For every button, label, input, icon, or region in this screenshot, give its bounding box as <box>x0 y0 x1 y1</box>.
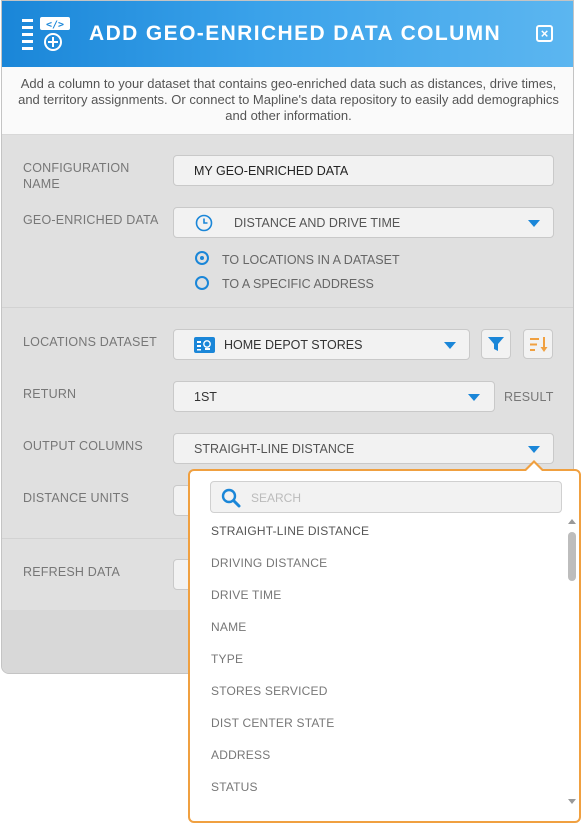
return-suffix: RESULT <box>504 390 554 404</box>
close-icon[interactable]: × <box>536 25 553 42</box>
scroll-up-arrow-icon[interactable] <box>568 519 576 524</box>
intro-text: Add a column to your dataset that contai… <box>2 67 573 135</box>
dropdown-pointer-inner <box>526 463 542 471</box>
dropdown-option[interactable]: STRAIGHT-LINE DISTANCE <box>211 524 369 538</box>
configuration-name-label: CONFIGURATION NAME <box>23 161 130 191</box>
chevron-down-icon <box>528 220 540 227</box>
dataset-icon <box>194 337 215 353</box>
dropdown-option[interactable]: TYPE <box>211 652 243 666</box>
radio-to-specific-address-label: TO A SPECIFIC ADDRESS <box>222 277 374 291</box>
configuration-name-field[interactable]: MY GEO-ENRICHED DATA <box>173 155 554 186</box>
output-columns-dropdown: STRAIGHT-LINE DISTANCE DRIVING DISTANCE … <box>188 469 581 823</box>
refresh-data-label: REFRESH DATA <box>23 565 121 579</box>
locations-dataset-label: LOCATIONS DATASET <box>23 335 157 349</box>
radio-to-locations-label: TO LOCATIONS IN A DATASET <box>222 253 400 267</box>
dropdown-option[interactable]: DRIVING DISTANCE <box>211 556 327 570</box>
dialog-title: ADD GEO-ENRICHED DATA COLUMN <box>89 22 502 45</box>
search-icon <box>221 488 241 508</box>
chevron-down-icon <box>444 342 456 349</box>
add-data-column-icon: </> <box>22 17 70 51</box>
output-columns-label: OUTPUT COLUMNS <box>23 439 143 453</box>
search-input[interactable] <box>249 487 553 509</box>
configuration-name-value: MY GEO-ENRICHED DATA <box>194 164 349 178</box>
dropdown-option[interactable]: DRIVE TIME <box>211 588 281 602</box>
scroll-down-arrow-icon[interactable] <box>568 799 576 804</box>
output-columns-select[interactable]: STRAIGHT-LINE DISTANCE <box>173 433 554 464</box>
geo-enriched-data-value: DISTANCE AND DRIVE TIME <box>234 216 401 230</box>
svg-text:</>: </> <box>46 20 64 31</box>
dropdown-option[interactable]: DIST CENTER STATE <box>211 716 334 730</box>
return-label: RETURN <box>23 387 77 401</box>
distance-units-label: DISTANCE UNITS <box>23 491 130 505</box>
section-divider <box>2 307 573 308</box>
sort-icon <box>530 337 548 352</box>
output-columns-value: STRAIGHT-LINE DISTANCE <box>194 442 355 456</box>
dialog-header: </> ADD GEO-ENRICHED DATA COLUMN × <box>2 1 573 67</box>
radio-to-specific-address[interactable] <box>195 276 209 290</box>
geo-enriched-data-select[interactable]: DISTANCE AND DRIVE TIME <box>173 207 554 238</box>
filter-icon <box>488 337 504 351</box>
locations-dataset-value: HOME DEPOT STORES <box>224 338 363 352</box>
locations-dataset-select[interactable]: HOME DEPOT STORES <box>173 329 470 360</box>
dropdown-scrollbar-thumb[interactable] <box>568 532 576 581</box>
dropdown-option[interactable]: ADDRESS <box>211 748 270 762</box>
dropdown-option[interactable]: STATUS <box>211 780 258 794</box>
return-select[interactable]: 1ST <box>173 381 495 412</box>
dropdown-option[interactable]: NAME <box>211 620 246 634</box>
chevron-down-icon <box>528 446 540 453</box>
filter-button[interactable] <box>481 329 511 359</box>
dropdown-option[interactable]: STORES SERVICED <box>211 684 328 698</box>
clock-icon <box>195 214 213 232</box>
return-value: 1ST <box>194 390 217 404</box>
sort-button[interactable] <box>523 329 553 359</box>
geo-enriched-data-label: GEO-ENRICHED DATA <box>23 213 159 227</box>
radio-to-locations-in-dataset[interactable] <box>195 251 209 265</box>
dropdown-search[interactable] <box>210 481 562 513</box>
chevron-down-icon <box>468 394 480 401</box>
